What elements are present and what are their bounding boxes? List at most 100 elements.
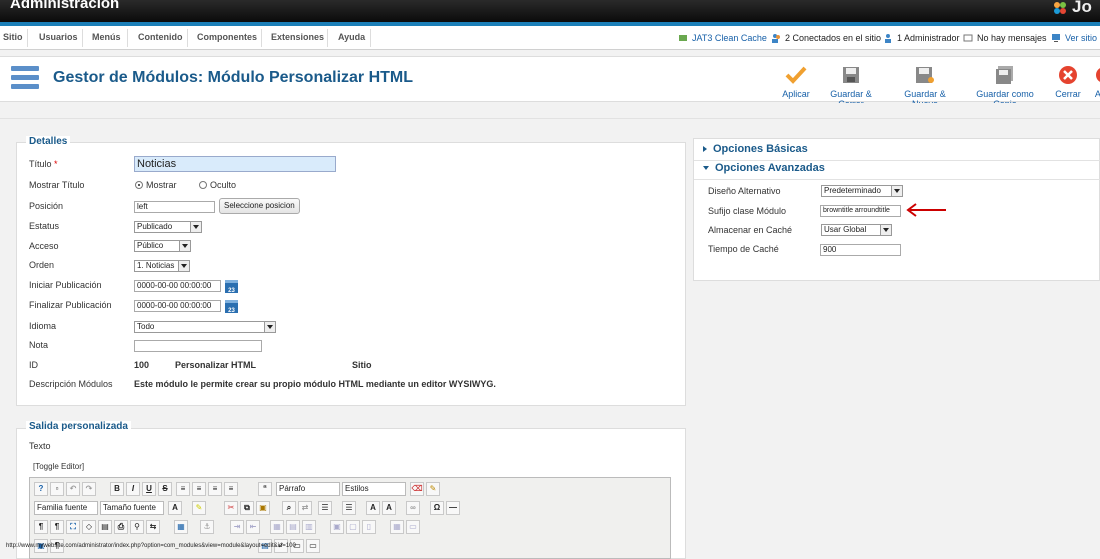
- anchor-icon[interactable]: ⚓: [200, 520, 214, 534]
- menu-sitio[interactable]: Sitio: [3, 32, 23, 42]
- italic-icon[interactable]: I: [126, 482, 140, 496]
- ordered-list-icon[interactable]: ☰: [318, 501, 332, 515]
- basic-options-label: Opciones Básicas: [713, 143, 808, 155]
- format-select[interactable]: Párrafo: [276, 482, 340, 496]
- position-input[interactable]: left: [134, 201, 215, 213]
- cache-time-input[interactable]: 900: [820, 244, 901, 256]
- module-suffix-input[interactable]: browntitle arroundtitle: [820, 205, 901, 217]
- eraser-icon[interactable]: ⌫: [410, 482, 424, 496]
- note-label: Nota: [29, 340, 49, 350]
- calendar-icon[interactable]: 23: [225, 300, 238, 314]
- cache-icon: [679, 35, 687, 41]
- table-icon[interactable]: ▦: [270, 520, 284, 534]
- menu-componentes[interactable]: Componentes: [197, 32, 257, 42]
- start-publish-input[interactable]: 0000-00-00 00:00:00: [134, 280, 221, 292]
- font-family-select[interactable]: Familia fuente: [34, 501, 98, 515]
- browser-status-bar: http://www.mywebsite.com/administrator/i…: [6, 543, 296, 549]
- status-select[interactable]: Publicado: [134, 221, 202, 233]
- new-document-icon[interactable]: ▫: [50, 482, 64, 496]
- menu-separator: [187, 29, 188, 47]
- image-icon[interactable]: ▦: [174, 520, 188, 534]
- styles-select[interactable]: Estilos: [342, 482, 406, 496]
- strikethrough-icon[interactable]: S: [158, 482, 172, 496]
- align-center-icon[interactable]: ≡: [192, 482, 206, 496]
- bullet-list-icon[interactable]: ☰: [342, 501, 356, 515]
- calendar-icon[interactable]: 23: [225, 280, 238, 294]
- align-justify-icon[interactable]: ≡: [224, 482, 238, 496]
- redo-icon[interactable]: ↷: [82, 482, 96, 496]
- menu-menus[interactable]: Menús: [92, 32, 121, 42]
- order-select[interactable]: 1. Noticias: [134, 260, 190, 272]
- blockquote-icon[interactable]: “: [258, 482, 272, 496]
- cut-icon[interactable]: ✂: [224, 501, 238, 515]
- find-icon[interactable]: ⌕: [282, 501, 296, 515]
- rtl-icon[interactable]: ¶: [50, 520, 64, 534]
- table-col-icon[interactable]: ▥: [302, 520, 316, 534]
- subscript-icon[interactable]: A: [366, 501, 380, 515]
- align-left-icon[interactable]: ≡: [176, 482, 190, 496]
- hide-title-radio[interactable]: [199, 181, 207, 189]
- cleanup-icon[interactable]: ✎: [426, 482, 440, 496]
- undo-icon[interactable]: ↶: [66, 482, 80, 496]
- text-direction-icon[interactable]: ⇆: [146, 520, 160, 534]
- chevron-down-icon: [179, 241, 190, 251]
- link-icon[interactable]: ∞: [406, 501, 420, 515]
- admin-header: Administracion Jo: [0, 0, 1100, 22]
- underline-icon[interactable]: U: [142, 482, 156, 496]
- template-icon[interactable]: ▤: [98, 520, 112, 534]
- horizontal-rule-icon[interactable]: —: [446, 501, 460, 515]
- outdent-icon[interactable]: ⇤: [246, 520, 260, 534]
- fullscreen-icon[interactable]: ⛶: [66, 520, 80, 534]
- menu-extensiones[interactable]: Extensiones: [271, 32, 324, 42]
- language-select[interactable]: Todo: [134, 321, 276, 333]
- status-view-site[interactable]: Ver sitio: [1051, 33, 1097, 43]
- special-char-icon[interactable]: Ω: [430, 501, 444, 515]
- basic-options-header[interactable]: Opciones Básicas: [694, 143, 1100, 161]
- replace-icon[interactable]: ⇄: [298, 501, 312, 515]
- caching-select[interactable]: Usar Global: [821, 224, 892, 236]
- select-position-button[interactable]: Seleccione posicion: [219, 198, 300, 214]
- search-icon[interactable]: ⚲: [130, 520, 144, 534]
- advanced-options-header[interactable]: Opciones Avanzadas: [694, 162, 1100, 180]
- font-size-select[interactable]: Tamaño fuente: [100, 501, 164, 515]
- merge-cells-icon[interactable]: ▣: [330, 520, 344, 534]
- note-input[interactable]: [134, 340, 262, 352]
- show-title-radio[interactable]: [135, 181, 143, 189]
- indent-icon[interactable]: ⇥: [230, 520, 244, 534]
- alt-layout-value: Predeterminado: [824, 186, 881, 195]
- code-icon[interactable]: ◇: [82, 520, 96, 534]
- apply-button[interactable]: Aplicar: [780, 65, 812, 99]
- help-button[interactable]: Ay: [1090, 65, 1100, 99]
- end-publish-input[interactable]: 0000-00-00 00:00:00: [134, 300, 221, 312]
- text-color-icon[interactable]: A: [168, 501, 182, 515]
- superscript-icon[interactable]: A: [382, 501, 396, 515]
- menu-usuarios[interactable]: Usuarios: [39, 32, 78, 42]
- access-select[interactable]: Público: [134, 240, 191, 252]
- align-right-icon[interactable]: ≡: [208, 482, 222, 496]
- ltr-icon[interactable]: ¶: [34, 520, 48, 534]
- copy-icon[interactable]: ⧉: [240, 501, 254, 515]
- toggle-editor-link[interactable]: [Toggle Editor]: [33, 462, 84, 471]
- bold-icon[interactable]: B: [110, 482, 124, 496]
- paste-icon[interactable]: ▣: [256, 501, 270, 515]
- font-family-value: Familia fuente: [37, 503, 88, 512]
- split-cells-icon[interactable]: ▢: [346, 520, 360, 534]
- chevron-down-icon: [880, 225, 891, 235]
- status-clean-cache[interactable]: JAT3 Clean Cache: [678, 33, 767, 43]
- visual-aid-icon[interactable]: ▦: [390, 520, 404, 534]
- menu-ayuda[interactable]: Ayuda: [338, 32, 365, 42]
- title-input[interactable]: Noticias: [134, 156, 336, 172]
- close-button[interactable]: Cerrar: [1054, 65, 1082, 99]
- highlight-icon[interactable]: ✎: [192, 501, 206, 515]
- print-icon[interactable]: ⎙: [114, 520, 128, 534]
- status-online-users: 2 Conectados en el sitio: [771, 33, 881, 43]
- layer-icon[interactable]: ▭: [406, 520, 420, 534]
- table-row-icon[interactable]: ▤: [286, 520, 300, 534]
- delete-col-icon[interactable]: ▯: [362, 520, 376, 534]
- alt-layout-select[interactable]: Predeterminado: [821, 185, 903, 197]
- close-icon: [1059, 66, 1077, 84]
- menu-contenido[interactable]: Contenido: [138, 32, 183, 42]
- help-icon[interactable]: ?: [34, 482, 48, 496]
- main-menu: Sitio Usuarios Menús Contenido Component…: [0, 26, 1100, 50]
- chevron-right-icon: [703, 146, 707, 153]
